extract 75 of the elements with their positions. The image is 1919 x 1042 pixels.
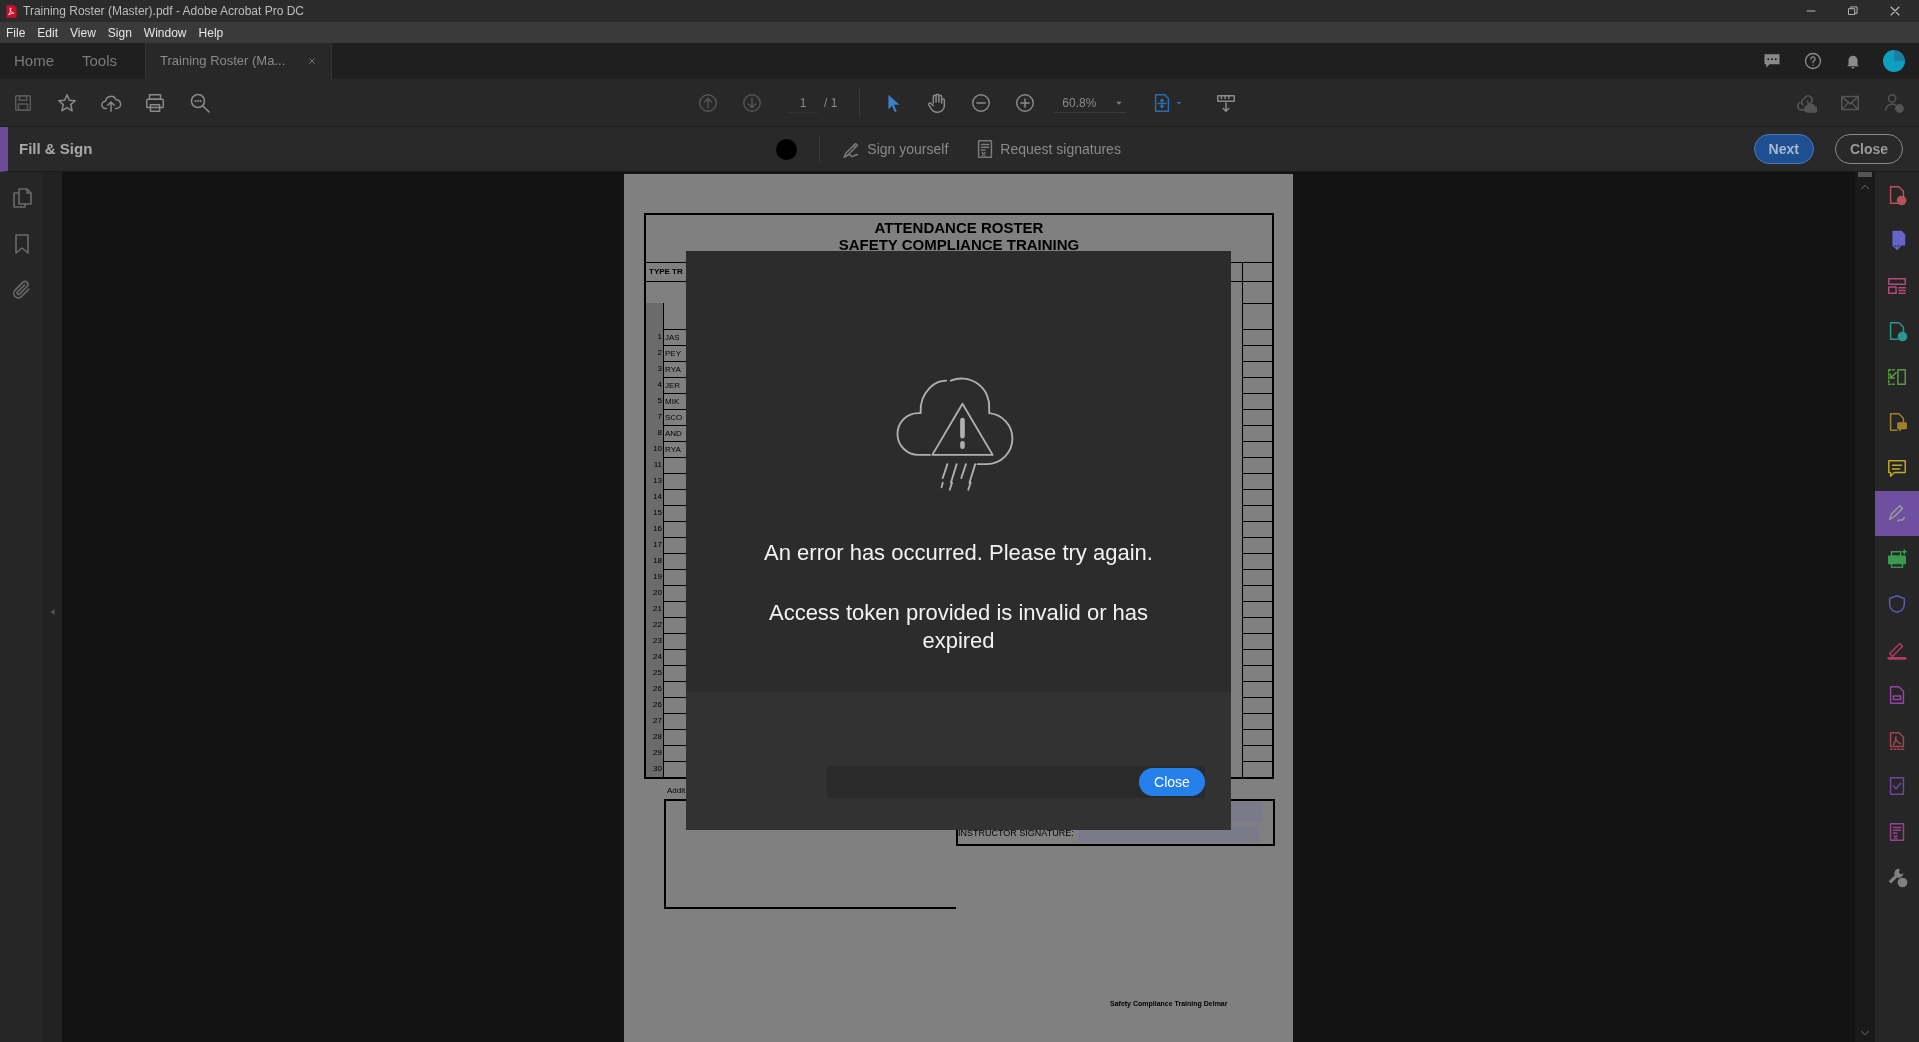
request-signatures-button[interactable]: Request signatures: [973, 137, 1122, 161]
table-cell: 11: [646, 457, 663, 473]
table-cell: 23: [646, 633, 663, 649]
field-label: TYPE TR: [649, 268, 683, 276]
table-cell: 13: [646, 473, 663, 489]
form-title: SAFETY COMPLIANCE TRAINING: [838, 236, 1080, 254]
table-cell: 5: [646, 393, 663, 409]
zoom-in-icon[interactable]: [1014, 92, 1037, 114]
menu-item[interactable]: Sign: [101, 23, 138, 42]
pen-signature-icon[interactable]: [1886, 502, 1908, 525]
star-icon[interactable]: [56, 92, 78, 114]
table-cell: 16: [646, 521, 663, 537]
table-cell: 10: [646, 441, 663, 457]
page-total: / 1: [824, 95, 838, 112]
scroll-thumb[interactable]: [1858, 172, 1872, 177]
next-button[interactable]: Next: [1753, 134, 1814, 164]
table-cell: 27: [646, 713, 663, 729]
menu-item[interactable]: File: [0, 23, 32, 42]
table-cell: 29: [646, 745, 663, 761]
previous-page-icon[interactable]: [697, 92, 719, 114]
table-cell: 19: [646, 569, 663, 585]
table-cell: 15: [646, 505, 663, 521]
table-cell: 25: [646, 665, 663, 681]
nav-tab[interactable]: Tools: [68, 42, 132, 80]
zoom-out-icon[interactable]: [970, 92, 993, 114]
nav-tab[interactable]: Home: [0, 42, 68, 80]
table-cell: 3: [646, 361, 663, 377]
table-cell: 7: [646, 409, 663, 425]
menu-item[interactable]: Help: [192, 23, 230, 42]
table-cell: 22: [646, 617, 663, 633]
table-cell: 4: [646, 377, 663, 393]
table-cell: 20: [646, 585, 663, 601]
table-cell: 26: [646, 681, 663, 697]
table-cell: 14: [646, 489, 663, 505]
error-heading: An error has occurred. Please try again.: [764, 539, 1153, 567]
table-cell: 28: [646, 729, 663, 745]
table-cell: 21: [646, 601, 663, 617]
next-page-icon[interactable]: [741, 92, 763, 114]
restore-icon[interactable]: [1846, 4, 1860, 18]
table-cell: 30: [646, 761, 663, 777]
sign-yourself-button[interactable]: Sign yourself: [840, 137, 950, 161]
menu-item[interactable]: Window: [137, 23, 193, 42]
person-add-icon[interactable]: [1883, 92, 1905, 114]
print-icon[interactable]: [144, 92, 166, 114]
field-label: Addit: [667, 786, 686, 795]
wrench-plus-icon[interactable]: [1886, 866, 1908, 889]
shield-icon[interactable]: [1886, 593, 1908, 616]
save-icon[interactable]: [12, 92, 34, 114]
table-cell: [646, 303, 663, 329]
app-logo-icon: [4, 3, 19, 19]
table-cell: 17: [646, 537, 663, 553]
close-icon[interactable]: [307, 56, 318, 66]
ruler-down-icon[interactable]: [1215, 92, 1238, 114]
page-number-field[interactable]: 1: [788, 93, 818, 113]
table-cell: 2: [646, 345, 663, 361]
help-icon[interactable]: [1803, 51, 1823, 71]
zoom-search-icon[interactable]: [188, 91, 212, 115]
error-message: Access token provided is invalid or has expired: [767, 599, 1150, 654]
window-title: Training Roster (Master).pdf - Adobe Acrobat Pro DC: [23, 3, 304, 20]
panel-title: Fill & Sign: [18, 138, 93, 159]
table-cell: 26: [646, 697, 663, 713]
form-title: ATTENDANCE ROSTER: [874, 219, 1044, 236]
field-label: INSTRUCTOR SIGNATURE:: [958, 829, 1074, 838]
table-cell: 1: [646, 329, 663, 345]
zoom-dropdown[interactable]: 60.8%: [1054, 93, 1127, 113]
table-cell: 18: [646, 553, 663, 569]
menu-item[interactable]: View: [64, 23, 102, 42]
printer-sparkle-icon[interactable]: [1886, 547, 1908, 570]
table-cell: 24: [646, 649, 663, 665]
menu-item[interactable]: Edit: [31, 23, 65, 42]
color-dot[interactable]: [776, 138, 798, 160]
avatar[interactable]: [1883, 50, 1905, 72]
close-button[interactable]: Close: [1139, 768, 1205, 796]
document-tab[interactable]: Training Roster (Ma...: [145, 42, 333, 80]
table-cell: 8: [646, 425, 663, 441]
